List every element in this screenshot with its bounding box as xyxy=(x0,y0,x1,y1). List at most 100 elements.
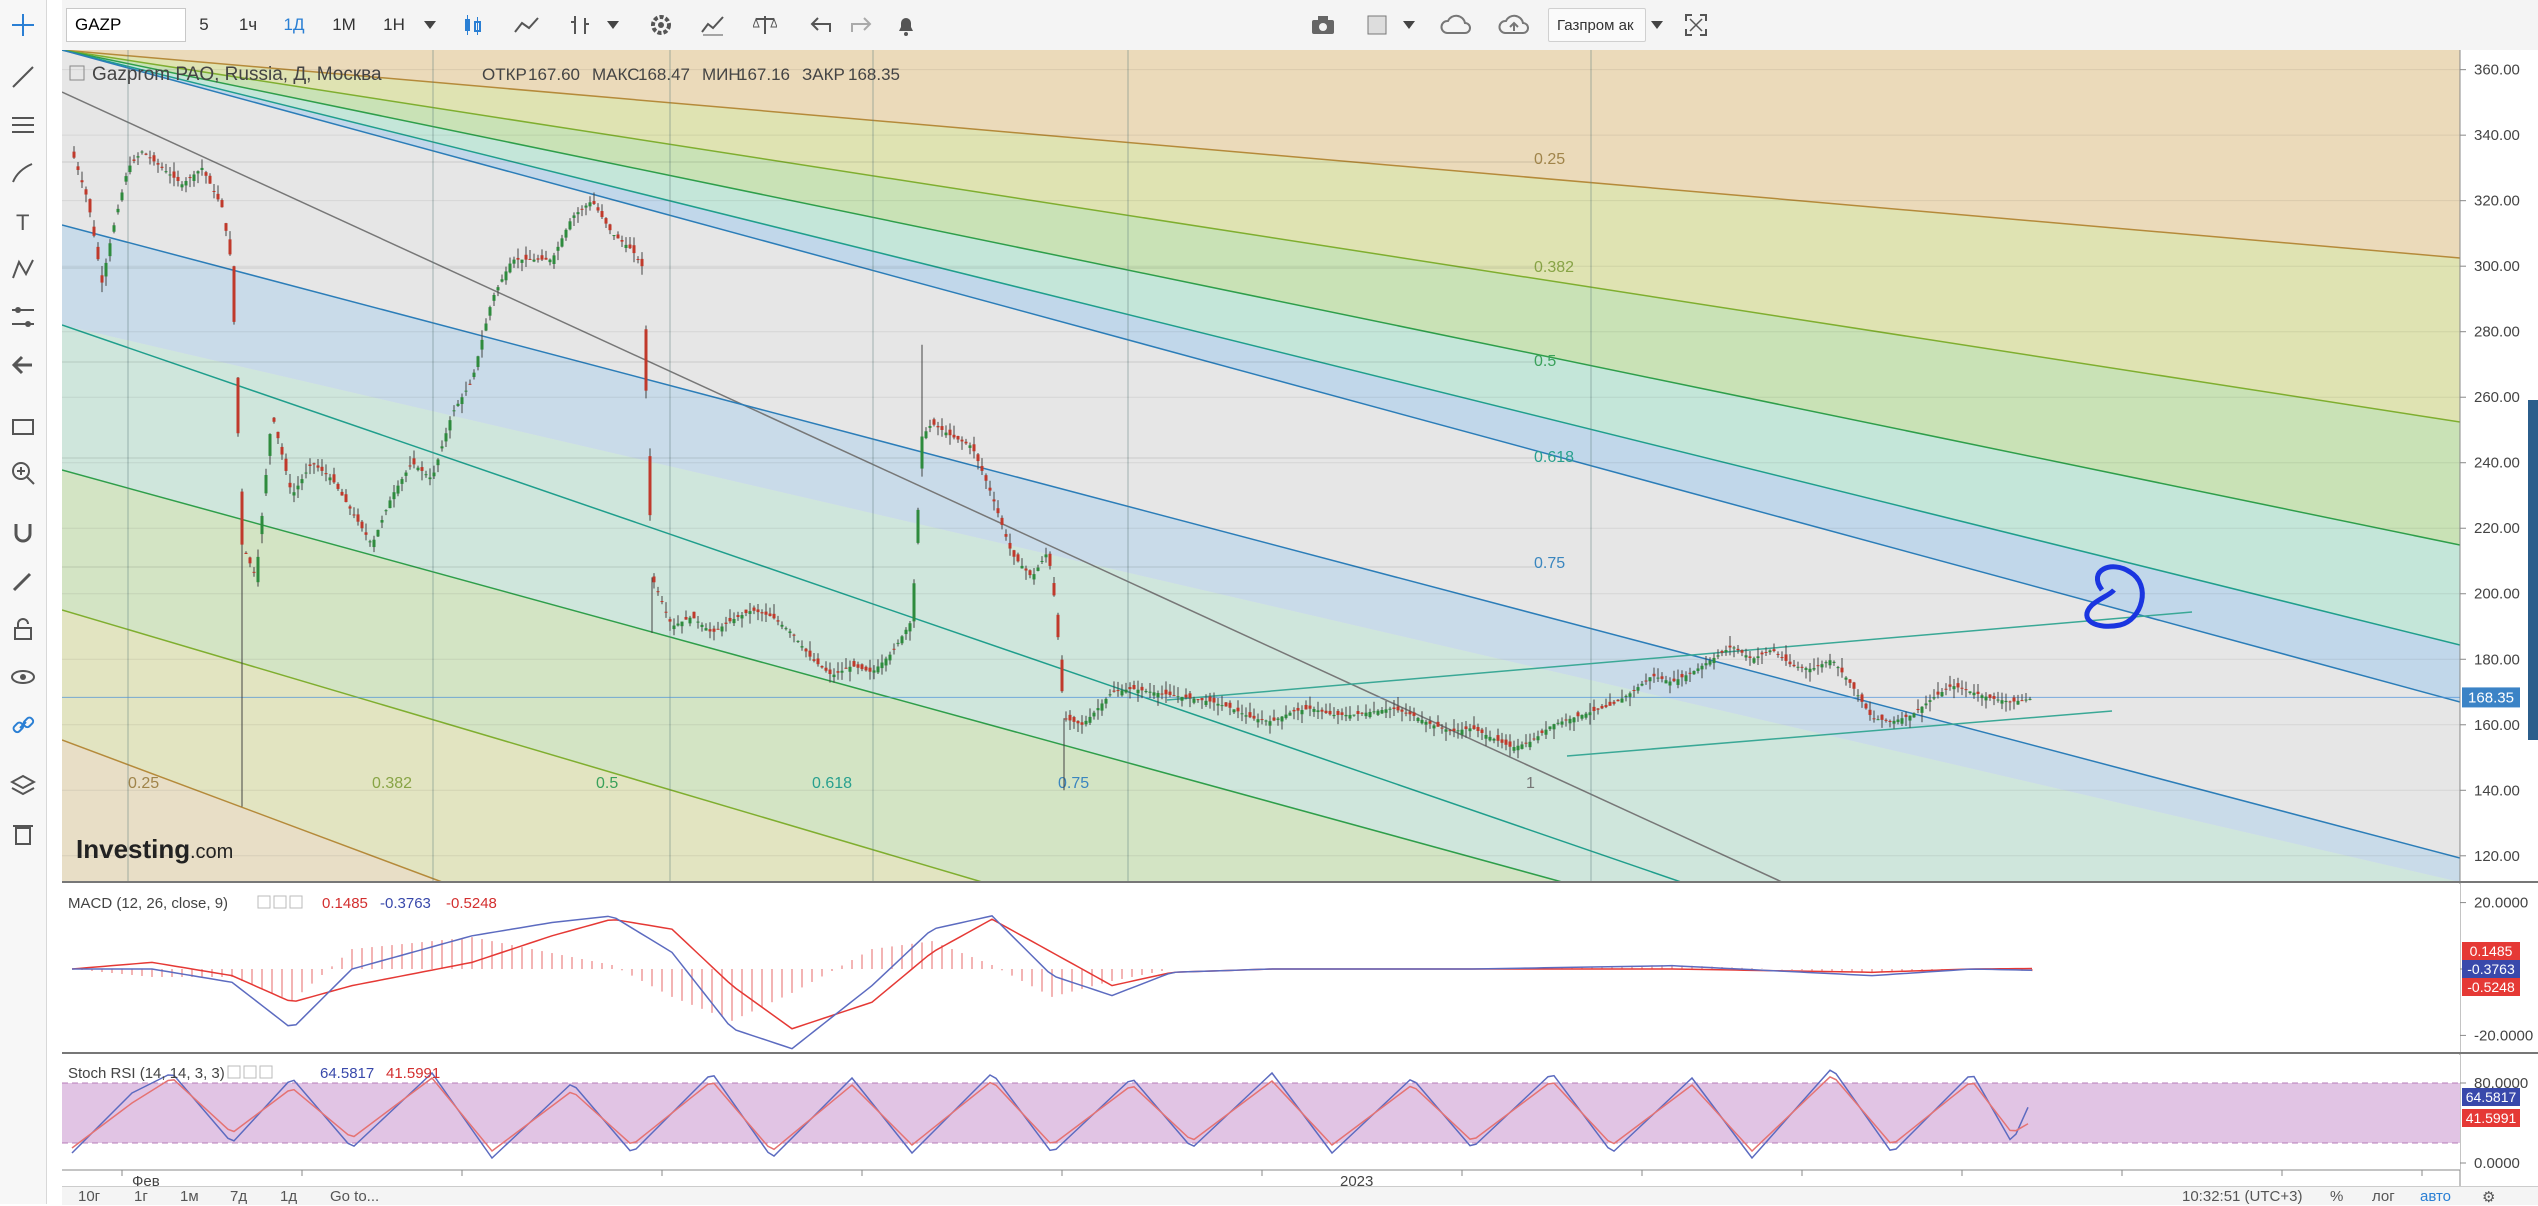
candle-body xyxy=(1704,663,1708,666)
range-7d-button[interactable]: 7д xyxy=(230,1188,247,1205)
indicators-icon[interactable] xyxy=(694,8,732,42)
auto-scale-toggle[interactable]: авто xyxy=(2420,1188,2451,1205)
candle-body xyxy=(1592,706,1596,712)
price-tick-label: 260.00 xyxy=(2474,389,2520,406)
undo-icon[interactable] xyxy=(804,8,838,42)
lock-drawings-icon[interactable] xyxy=(6,564,40,598)
candle-body xyxy=(424,474,428,476)
log-scale-toggle[interactable]: лог xyxy=(2372,1188,2395,1205)
range-1d-button[interactable]: 1д xyxy=(280,1188,297,1205)
macd-value-badges: 0.1485 -0.3763 -0.5248 xyxy=(2462,942,2520,996)
candle-body xyxy=(1024,568,1028,571)
interval-1d-button[interactable]: 1Д xyxy=(276,8,312,42)
bars-chart-type-icon[interactable] xyxy=(562,8,598,42)
candle-body xyxy=(1108,694,1112,696)
candle-body xyxy=(1708,660,1712,665)
clock-time: 10:32:51 (UTC+3) xyxy=(2182,1188,2303,1205)
trend-line-icon[interactable] xyxy=(6,60,40,94)
cloud-load-icon[interactable] xyxy=(1434,8,1478,42)
percent-scale-toggle[interactable]: % xyxy=(2330,1188,2343,1205)
macd-tick-label: -20.0000 xyxy=(2474,1027,2533,1044)
candle-body xyxy=(448,420,452,431)
brush-icon[interactable] xyxy=(6,156,40,190)
fib-tool-icon[interactable] xyxy=(6,300,40,334)
goto-date-button[interactable]: Go to... xyxy=(330,1188,379,1205)
candle-body xyxy=(1212,697,1216,703)
interval-5-button[interactable]: 5 xyxy=(188,8,220,42)
time-axis[interactable]: Фев 2023 xyxy=(121,1170,2423,1186)
candle-body xyxy=(1304,704,1308,710)
macd-value-macd: -0.3763 xyxy=(380,895,431,912)
candle-body xyxy=(824,667,828,671)
candle-body xyxy=(1296,707,1300,711)
candle-body xyxy=(2028,698,2032,700)
candle-body xyxy=(1280,716,1284,722)
candle-body xyxy=(628,244,632,249)
text-tool-icon[interactable]: T xyxy=(6,204,40,238)
trash-icon[interactable] xyxy=(6,816,40,850)
alert-bell-icon[interactable] xyxy=(888,8,924,42)
link-icon[interactable] xyxy=(6,708,40,742)
candle-body xyxy=(1984,696,1988,701)
interval-1m-button[interactable]: 1М xyxy=(324,8,364,42)
symbol-name-dropdown-icon[interactable] xyxy=(1648,8,1666,42)
candle-body xyxy=(432,472,436,477)
svg-text:0.1485: 0.1485 xyxy=(2470,943,2513,959)
range-10y-button[interactable]: 10г xyxy=(78,1188,100,1205)
candle-body xyxy=(252,571,256,573)
interval-dropdown-icon[interactable] xyxy=(418,8,442,42)
candle-body xyxy=(1368,711,1372,718)
candle-body xyxy=(1800,666,1804,668)
compare-scales-icon[interactable] xyxy=(746,8,784,42)
candle-body xyxy=(452,410,456,412)
unlock-icon[interactable] xyxy=(6,612,40,646)
fullscreen-icon[interactable] xyxy=(1678,8,1714,42)
candle-body xyxy=(708,629,712,632)
cloud-save-icon[interactable] xyxy=(1492,8,1536,42)
chart-area[interactable]: 0.25 0.382 0.5 0.618 0.75 1 0.25 0.382 0.5 0.618… xyxy=(62,50,2538,1186)
candle-body xyxy=(584,205,588,208)
settings-gear-icon[interactable] xyxy=(642,8,680,42)
interval-1h-button[interactable]: 1ч xyxy=(230,8,266,42)
scale-settings-gear-icon[interactable]: ⚙ xyxy=(2482,1188,2495,1206)
template-dropdown-icon[interactable] xyxy=(1398,8,1420,42)
screenshot-camera-icon[interactable] xyxy=(1302,8,1344,42)
candle-body xyxy=(1784,654,1788,661)
eye-icon[interactable] xyxy=(6,660,40,694)
candle-body xyxy=(1680,674,1684,678)
candle-body xyxy=(1472,725,1476,730)
price-axis[interactable] xyxy=(2459,50,2538,1186)
range-1y-button[interactable]: 1г xyxy=(134,1188,148,1205)
candle-body xyxy=(1928,700,1932,702)
candle-body xyxy=(1324,710,1328,713)
magnet-icon[interactable] xyxy=(6,516,40,550)
candle-body xyxy=(932,419,936,425)
zoom-in-icon[interactable] xyxy=(6,456,40,490)
redo-icon[interactable] xyxy=(844,8,878,42)
line-chart-type-icon[interactable] xyxy=(506,8,550,42)
candle-body xyxy=(1888,720,1892,722)
candle-body xyxy=(1812,668,1816,670)
arrow-left-icon[interactable] xyxy=(6,348,40,382)
candle-body xyxy=(696,621,700,623)
interval-1w-button[interactable]: 1Н xyxy=(374,8,414,42)
symbol-name-label[interactable]: Газпром ак xyxy=(1548,8,1646,42)
candle-body xyxy=(1100,703,1104,711)
candle-body xyxy=(1084,720,1088,725)
horizontal-lines-icon[interactable] xyxy=(6,108,40,142)
crosshair-icon[interactable] xyxy=(6,8,40,42)
ruler-icon[interactable] xyxy=(6,408,40,442)
template-box-icon[interactable] xyxy=(1360,8,1394,42)
layers-icon[interactable] xyxy=(6,768,40,802)
candle-body xyxy=(440,446,444,449)
pattern-tool-icon[interactable] xyxy=(6,252,40,286)
candles-chart-type-icon[interactable] xyxy=(454,8,492,42)
candle-body xyxy=(192,174,196,181)
candle-body xyxy=(1804,668,1808,670)
candle-body xyxy=(1968,691,1972,693)
candle-body xyxy=(968,445,972,448)
range-1m-button[interactable]: 1м xyxy=(180,1188,199,1205)
side-panel-toggle[interactable] xyxy=(2528,400,2538,740)
symbol-search-input[interactable] xyxy=(66,8,186,42)
chart-type-dropdown-icon[interactable] xyxy=(602,8,624,42)
